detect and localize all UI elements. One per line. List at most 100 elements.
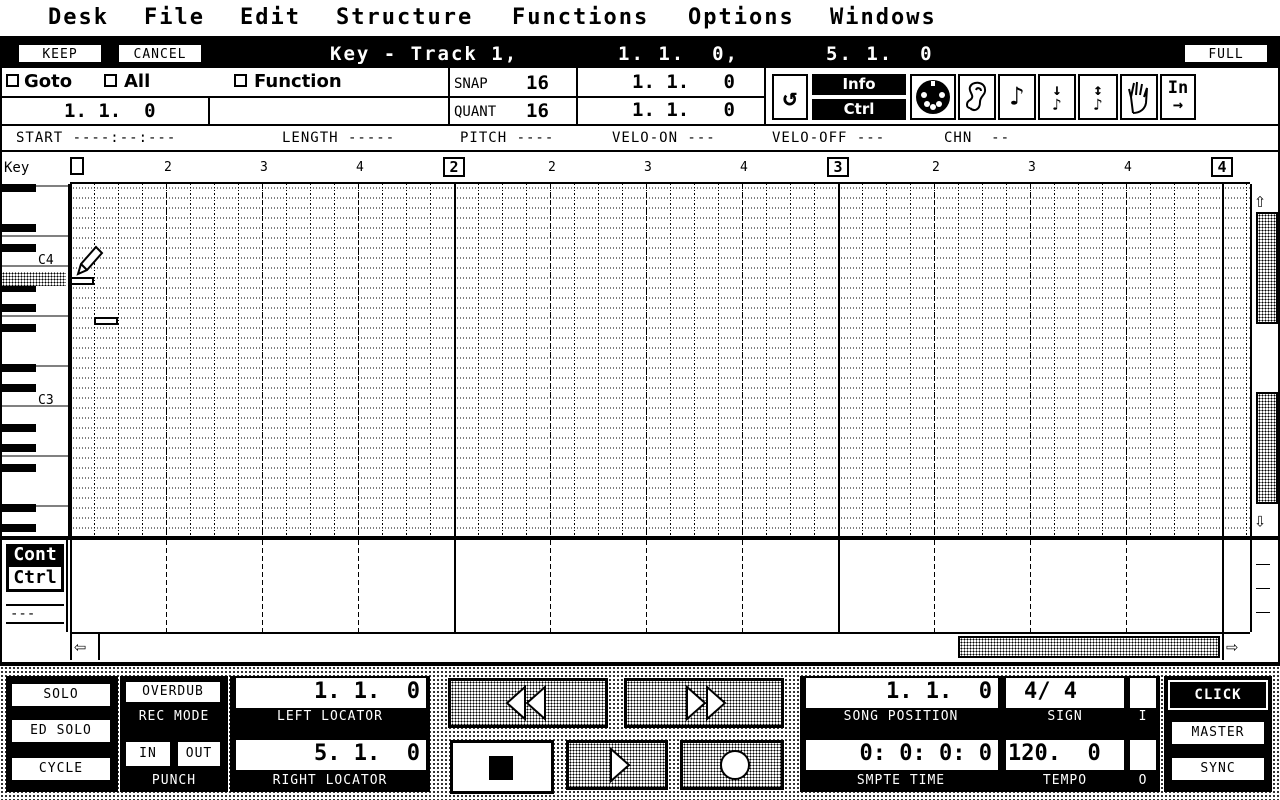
ruler-beat: 2 <box>164 160 172 175</box>
ctrl-button[interactable]: Ctrl <box>812 99 906 120</box>
punch-out-button[interactable]: OUT <box>176 740 222 768</box>
ruler-beat: 2 <box>548 160 556 175</box>
fast-forward-button[interactable] <box>624 678 784 728</box>
window-title-end: 5. 1. 0 <box>826 43 934 65</box>
note-up-icon[interactable]: ↕ ♪ <box>1078 74 1118 120</box>
ruler-bar: 4 <box>1211 157 1233 177</box>
stop-button[interactable] <box>450 740 554 794</box>
controller-scale <box>1250 540 1278 632</box>
eighth-note-icon[interactable]: ♪ <box>998 74 1036 120</box>
function-menu-icon[interactable] <box>234 74 247 87</box>
horizontal-scroll-track[interactable] <box>958 636 1220 658</box>
pencil-cursor-icon <box>76 245 104 276</box>
horizontal-scrollbar[interactable]: ⇦ ⇨ <box>70 632 1250 660</box>
sync-button[interactable]: SYNC <box>1170 756 1266 782</box>
menu-structure[interactable]: Structure <box>336 5 473 30</box>
c4-label: C4 <box>38 253 54 268</box>
scroll-track-lower[interactable] <box>1256 392 1278 504</box>
c3-label: C3 <box>38 393 54 408</box>
punch-label: PUNCH <box>122 772 226 792</box>
window-title-bar[interactable]: KEEP CANCEL Key - Track 1, 1. 1. 0, 5. 1… <box>2 40 1278 68</box>
scroll-down-icon[interactable]: ⇩ <box>1254 508 1266 532</box>
input-arrow-icon[interactable]: In → <box>1160 74 1196 120</box>
controller-panel: Cont Ctrl --- <box>2 540 68 632</box>
solo-button[interactable]: SOLO <box>10 682 112 708</box>
keep-button[interactable]: KEEP <box>18 44 102 63</box>
scroll-track-upper[interactable] <box>1256 212 1278 324</box>
menu-edit[interactable]: Edit <box>240 5 301 30</box>
event-velo-on: VELO-ON --- <box>612 130 716 146</box>
master-button[interactable]: MASTER <box>1170 720 1266 746</box>
hand-icon[interactable] <box>1120 74 1158 120</box>
note-event[interactable] <box>94 317 118 325</box>
event-pitch: PITCH ---- <box>460 130 555 146</box>
controller-type-button[interactable]: Cont Ctrl <box>6 544 64 592</box>
goto-menu[interactable]: Goto <box>24 71 72 92</box>
menu-windows[interactable]: Windows <box>830 5 937 30</box>
menu-options[interactable]: Options <box>688 5 795 30</box>
ed-solo-button[interactable]: ED SOLO <box>10 718 112 744</box>
event-start: START ----:--:--- <box>16 130 177 146</box>
all-menu[interactable]: All <box>124 71 150 92</box>
ruler-bar: 2 <box>443 157 465 177</box>
position-field[interactable]: 1. 1. 0 <box>2 96 210 124</box>
midi-icon[interactable] <box>910 74 956 120</box>
punch-in-button[interactable]: IN <box>124 740 172 768</box>
menu-desk[interactable]: Desk <box>48 5 109 30</box>
menu-functions[interactable]: Functions <box>512 5 649 30</box>
all-menu-icon[interactable] <box>104 74 117 87</box>
controller-lane[interactable] <box>70 540 1250 632</box>
menu-file[interactable]: File <box>144 5 205 30</box>
cancel-button[interactable]: CANCEL <box>118 44 202 63</box>
stop-icon <box>489 756 513 780</box>
highlighted-key <box>2 272 66 286</box>
scroll-up-icon[interactable]: ⇧ <box>1254 188 1266 212</box>
smpte-time-value[interactable]: 0: 0: 0: 0 <box>806 740 998 770</box>
play-icon <box>610 746 631 784</box>
scroll-right-icon[interactable]: ⇨ <box>1226 634 1238 658</box>
function-field[interactable] <box>210 96 450 124</box>
overdub-button[interactable]: OVERDUB <box>124 680 222 704</box>
record-icon <box>720 750 750 780</box>
record-button[interactable] <box>680 740 784 790</box>
loop-icon[interactable]: ↺ <box>772 74 808 120</box>
rewind-button[interactable] <box>448 678 608 728</box>
info-button[interactable]: Info <box>812 74 906 95</box>
ruler-beat: 3 <box>644 160 652 175</box>
event-velo-off: VELO-OFF --- <box>772 130 886 146</box>
note-grid[interactable] <box>70 184 1250 536</box>
snap-value[interactable]: 16 <box>526 72 549 94</box>
tempo-value[interactable]: 120. 0 <box>1006 740 1124 770</box>
controller-label-2: Ctrl <box>8 566 62 590</box>
time-signature-value[interactable]: 4/ 4 <box>1006 678 1124 708</box>
function-menu[interactable]: Function <box>254 71 342 92</box>
ruler-beat: 3 <box>1028 160 1036 175</box>
snap-quant-panel: SNAP 16 QUANT 16 <box>448 68 578 126</box>
ear-icon[interactable] <box>958 74 996 120</box>
position-readout-1: 1. 1. 0 <box>632 71 735 93</box>
right-locator-label: RIGHT LOCATOR <box>232 772 428 792</box>
piano-keyboard[interactable] <box>0 184 70 536</box>
vertical-scrollbar[interactable]: ⇧ ⇩ <box>1250 184 1278 536</box>
full-button[interactable]: FULL <box>1184 44 1268 63</box>
goto-menu-icon[interactable] <box>6 74 19 87</box>
note-down-icon[interactable]: ↓ ♪ <box>1038 74 1076 120</box>
locator-readouts: 1. 1. 0 1. 1. 0 <box>578 68 766 126</box>
left-locator-value[interactable]: 1. 1. 0 <box>236 678 426 708</box>
play-button[interactable] <box>566 740 668 790</box>
position-readout-2: 1. 1. 0 <box>632 99 735 121</box>
right-locator-value[interactable]: 5. 1. 0 <box>236 740 426 770</box>
quant-value[interactable]: 16 <box>526 100 549 122</box>
scroll-left-icon[interactable]: ⇦ <box>74 634 86 658</box>
tempo-label: TEMPO <box>1004 772 1126 792</box>
song-position-value[interactable]: 1. 1. 0 <box>806 678 998 708</box>
event-channel: CHN -- <box>944 130 1011 146</box>
ruler-beat: 2 <box>932 160 940 175</box>
cycle-button[interactable]: CYCLE <box>10 756 112 782</box>
key-label: Key <box>4 160 30 176</box>
click-button[interactable]: CLICK <box>1168 680 1268 710</box>
sign-label: SIGN <box>1004 708 1126 728</box>
note-event[interactable] <box>70 277 94 285</box>
bar-ruler[interactable] <box>70 156 1250 184</box>
song-position-marker[interactable] <box>70 157 84 175</box>
